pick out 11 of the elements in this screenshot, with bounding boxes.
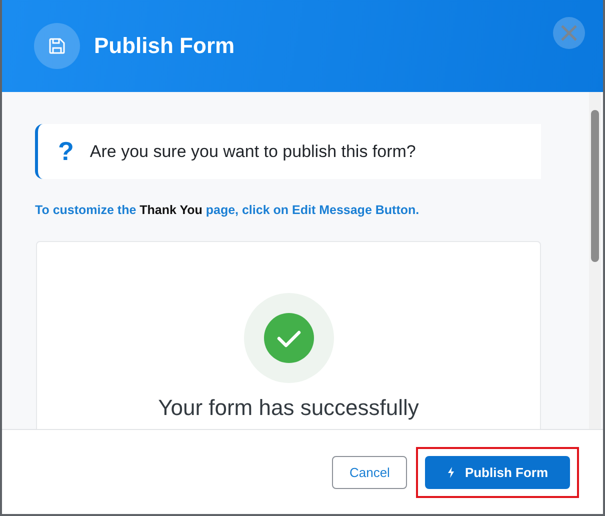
close-icon [561, 25, 577, 41]
hint-text: To customize the Thank You page, click on Edit Message Button. [35, 203, 420, 217]
lightning-icon [446, 466, 455, 478]
cancel-button[interactable]: Cancel [332, 456, 407, 488]
dialog-title: Publish Form [94, 33, 235, 59]
success-message: Your form has successfully [158, 395, 419, 421]
save-icon [34, 23, 80, 69]
question-icon: ? [58, 136, 74, 167]
publish-button[interactable]: Publish Form [424, 456, 570, 488]
question-text: Are you sure you want to publish this form? [90, 142, 416, 162]
scrollbar[interactable] [589, 92, 601, 429]
